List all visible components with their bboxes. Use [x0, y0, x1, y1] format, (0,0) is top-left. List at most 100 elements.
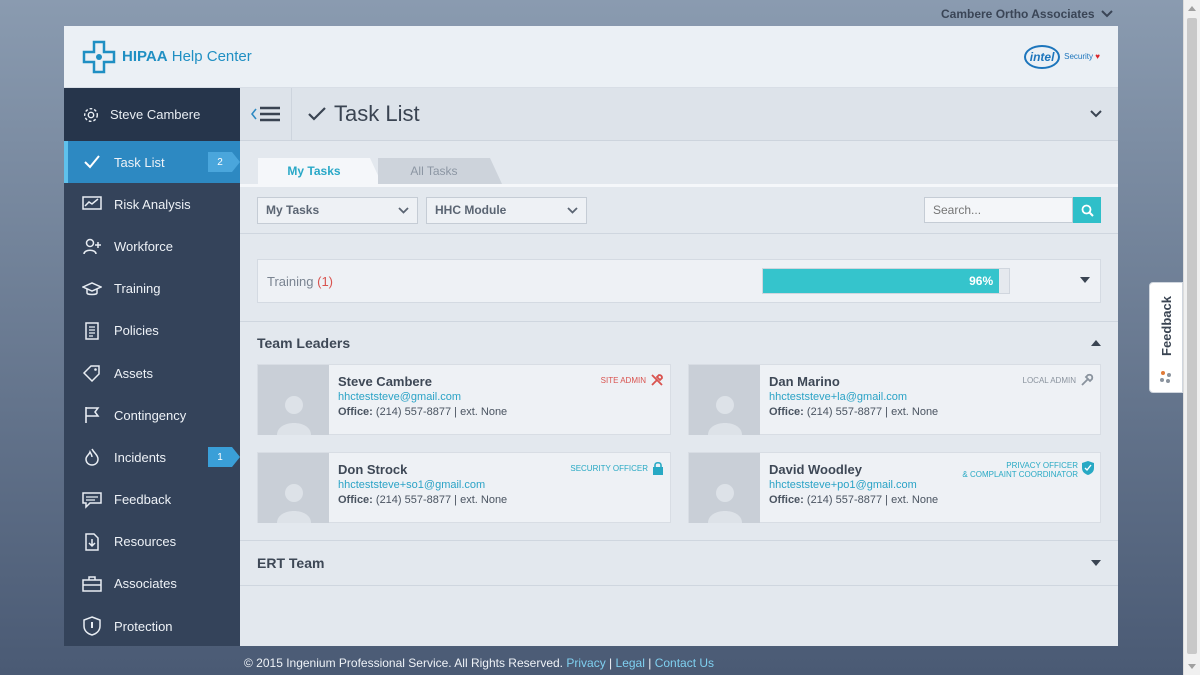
scroll-thumb[interactable]	[1187, 18, 1197, 654]
intel-security-label: Security	[1064, 52, 1094, 61]
sidebar-item-associates[interactable]: Associates	[64, 563, 240, 605]
page-menu-toggle[interactable]	[1074, 110, 1118, 118]
chevron-down-icon	[398, 206, 409, 214]
training-label: Training	[267, 273, 314, 289]
feedback-widget-tab[interactable]: Feedback	[1149, 282, 1183, 393]
role-label-secondary: & COMPLAINT COORDINATOR	[962, 470, 1078, 479]
wrench-icon	[1081, 373, 1094, 386]
partner-logo: intel Security ♥	[1024, 44, 1100, 69]
role-badge: SITE ADMIN	[601, 373, 664, 387]
flag-icon	[82, 405, 102, 425]
search-box	[924, 197, 1101, 223]
office-label: Office:	[769, 494, 804, 506]
chevron-down-icon	[1090, 110, 1102, 118]
comment-icon	[82, 490, 102, 510]
sidebar-item-label: Workforce	[114, 238, 173, 254]
tag-icon	[82, 363, 102, 383]
sidebar-item-assets[interactable]: Assets	[64, 352, 240, 394]
role-badge: PRIVACY OFFICER & COMPLAINT COORDINATOR	[962, 461, 1094, 479]
gear-icon	[83, 107, 99, 122]
sidebar-item-incidents[interactable]: Incidents 1	[64, 436, 240, 478]
task-filter-value: My Tasks	[266, 203, 320, 217]
page-title: Task List	[334, 101, 420, 126]
privacy-link[interactable]: Privacy	[566, 656, 605, 670]
main-header: Task List	[240, 87, 1118, 141]
footer-separator: |	[609, 656, 613, 670]
legal-link[interactable]: Legal	[616, 656, 645, 670]
sidebar-toggle-button[interactable]	[240, 87, 292, 141]
tab-all-tasks[interactable]: All Tasks	[378, 158, 502, 184]
training-task-row[interactable]: Training (1) 96%	[257, 259, 1101, 303]
shield-icon	[82, 616, 102, 636]
ert-team-title: ERT Team	[257, 555, 325, 571]
member-email-link[interactable]: hhcteststeve+po1@gmail.com	[769, 478, 938, 493]
mcafee-shield-icon: ♥	[1095, 52, 1100, 61]
sidebar-item-feedback[interactable]: Feedback	[64, 479, 240, 521]
caret-down-icon[interactable]	[1080, 277, 1090, 283]
team-member-card: Don Strock hhcteststeve+so1@gmail.com Of…	[257, 452, 671, 523]
tab-my-tasks[interactable]: My Tasks	[258, 158, 382, 184]
graduation-cap-icon	[82, 279, 102, 299]
search-input[interactable]	[924, 197, 1073, 223]
org-switcher[interactable]: Cambere Ortho Associates	[941, 7, 1113, 21]
chevron-down-icon	[1100, 10, 1113, 18]
check-icon	[82, 152, 102, 172]
sidebar-item-label: Contingency	[114, 407, 187, 423]
sidebar-item-label: Incidents	[114, 449, 167, 465]
training-count: (1)	[317, 273, 333, 289]
member-name: Steve Cambere	[338, 374, 432, 389]
sidebar-item-training[interactable]: Training	[64, 268, 240, 310]
sidebar-item-label: Feedback	[114, 492, 172, 508]
lock-icon	[653, 461, 663, 475]
caret-up-icon	[1091, 340, 1101, 346]
sidebar-item-resources[interactable]: Resources	[64, 521, 240, 563]
member-name: Don Strock	[338, 462, 408, 477]
app-window: HIPAA Help Center intel Security ♥ Steve…	[64, 26, 1118, 646]
team-leaders-header[interactable]: Team Leaders	[240, 322, 1118, 364]
caret-down-icon	[1091, 560, 1101, 566]
search-button[interactable]	[1073, 197, 1101, 223]
sidebar-item-label: Assets	[114, 365, 154, 381]
feedback-widget-label: Feedback	[1158, 296, 1174, 356]
sidebar-item-task-list[interactable]: Task List 2	[64, 141, 240, 184]
training-progress-text: 96%	[969, 274, 994, 288]
sidebar-item-contingency[interactable]: Contingency	[64, 394, 240, 436]
download-icon	[82, 532, 102, 552]
shield-check-icon	[1082, 461, 1094, 475]
role-label: SITE ADMIN	[600, 376, 646, 385]
main-content: Task List My Tasks All Tasks My Tasks HH…	[240, 87, 1118, 646]
footer: © 2015 Ingenium Professional Service. Al…	[244, 656, 714, 670]
module-filter-value: HHC Module	[435, 203, 507, 217]
scroll-down-icon[interactable]	[1188, 664, 1196, 669]
incident-count-badge: 1	[208, 447, 240, 468]
module-filter-select[interactable]: HHC Module	[426, 196, 587, 224]
ert-team-header[interactable]: ERT Team	[240, 541, 1118, 586]
team-leaders-title: Team Leaders	[257, 335, 351, 351]
member-email-link[interactable]: hhcteststeve@gmail.com	[338, 390, 507, 405]
sidebar-user[interactable]: Steve Cambere	[64, 88, 240, 141]
team-member-card: David Woodley hhcteststeve+po1@gmail.com…	[688, 452, 1101, 523]
sidebar-item-label: Resources	[114, 534, 177, 550]
scroll-up-icon[interactable]	[1188, 6, 1196, 11]
chevron-down-icon	[567, 206, 578, 214]
task-count-badge: 2	[208, 152, 240, 172]
sidebar-item-protection[interactable]: Protection	[64, 605, 240, 647]
briefcase-icon	[82, 574, 102, 594]
task-filter-select[interactable]: My Tasks	[257, 196, 418, 224]
member-email-link[interactable]: hhcteststeve+la@gmail.com	[769, 390, 938, 405]
contact-us-link[interactable]: Contact Us	[655, 656, 714, 670]
add-user-icon	[82, 236, 102, 256]
page-scrollbar[interactable]	[1183, 0, 1200, 675]
fire-icon	[82, 447, 102, 467]
member-email-link[interactable]: hhcteststeve+so1@gmail.com	[338, 478, 507, 493]
sidebar-item-workforce[interactable]: Workforce	[64, 225, 240, 267]
filter-bar: My Tasks HHC Module	[240, 187, 1118, 234]
role-label: SECURITY OFFICER	[570, 464, 648, 473]
sidebar-user-name: Steve Cambere	[110, 107, 201, 122]
sidebar-item-label: Risk Analysis	[114, 196, 191, 212]
app-logo[interactable]: HIPAA Help Center	[82, 40, 252, 74]
wrench-screwdriver-icon	[651, 374, 663, 386]
sidebar-item-policies[interactable]: Policies	[64, 310, 240, 352]
sidebar-item-risk-analysis[interactable]: Risk Analysis	[64, 183, 240, 225]
team-leaders-list: Steve Cambere hhcteststeve@gmail.com Off…	[240, 364, 1118, 523]
